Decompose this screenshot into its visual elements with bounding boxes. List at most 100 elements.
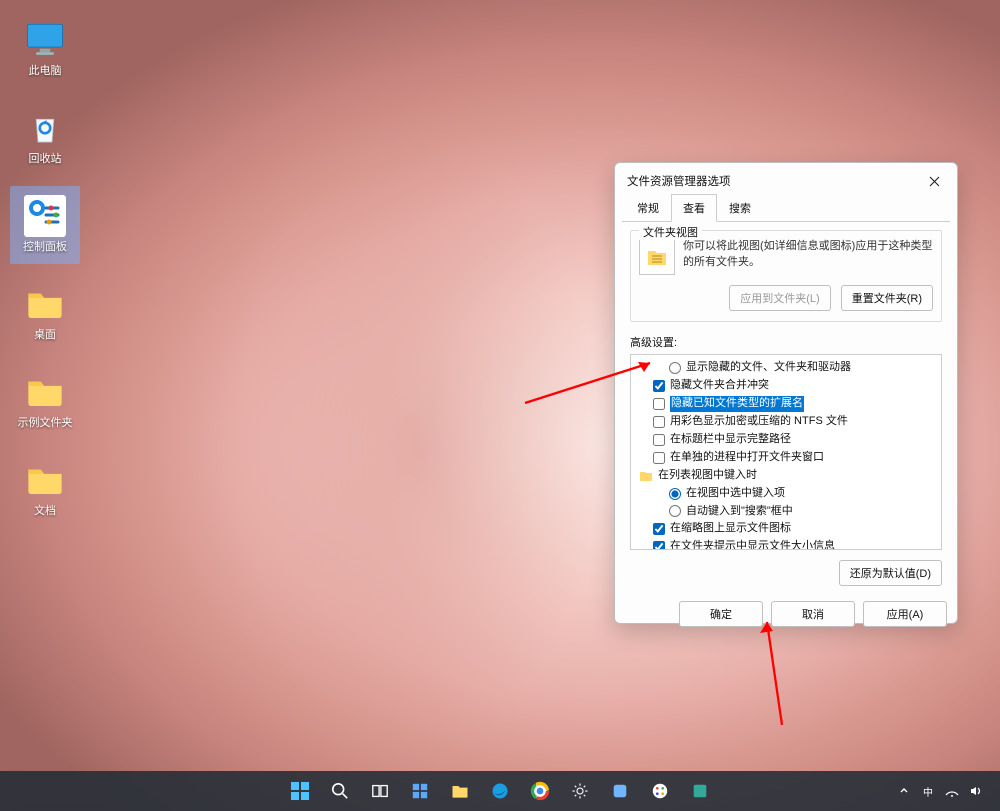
folder-icon <box>450 781 470 801</box>
icon-label: 此电脑 <box>29 65 62 79</box>
adv-item-1[interactable]: 隐藏文件夹合并冲突 <box>633 377 939 395</box>
ok-button[interactable]: 确定 <box>679 601 763 627</box>
adv-item-label: 在缩略图上显示文件图标 <box>670 521 791 537</box>
tab-general[interactable]: 常规 <box>625 194 671 222</box>
close-icon <box>929 176 940 187</box>
adv-item-9[interactable]: 在缩略图上显示文件图标 <box>633 520 939 538</box>
checkbox-input[interactable] <box>653 452 665 464</box>
tab-view[interactable]: 查看 <box>671 194 717 222</box>
icon-label: 桌面 <box>34 329 56 343</box>
edge-icon <box>490 781 510 801</box>
chrome-icon <box>530 781 550 801</box>
app-icon <box>691 782 709 800</box>
adv-item-6[interactable]: 在列表视图中键入时 <box>633 467 939 485</box>
checkbox-input[interactable] <box>653 398 665 410</box>
folder-icon <box>639 470 653 482</box>
adv-item-label: 在视图中选中键入项 <box>686 486 785 502</box>
reset-folders-button[interactable]: 重置文件夹(R) <box>841 285 933 311</box>
adv-item-label: 隐藏已知文件类型的扩展名 <box>670 396 804 412</box>
adv-item-4[interactable]: 在标题栏中显示完整路径 <box>633 431 939 449</box>
adv-item-8[interactable]: 自动键入到"搜索"框中 <box>633 503 939 521</box>
advanced-settings-list[interactable]: 显示隐藏的文件、文件夹和驱动器隐藏文件夹合并冲突隐藏已知文件类型的扩展名用彩色显… <box>630 354 942 550</box>
icon-label: 回收站 <box>29 153 62 167</box>
desktop-icon-control-panel[interactable]: 控制面板 <box>10 186 80 264</box>
adv-item-7[interactable]: 在视图中选中键入项 <box>633 485 939 503</box>
close-button[interactable] <box>919 169 949 193</box>
adv-item-5[interactable]: 在单独的进程中打开文件夹窗口 <box>633 449 939 467</box>
icon-label: 控制面板 <box>23 241 67 255</box>
taskbar-pinned-apps <box>283 774 717 808</box>
settings-button[interactable] <box>563 774 597 808</box>
adv-item-label: 用彩色显示加密或压缩的 NTFS 文件 <box>670 414 848 430</box>
app-icon <box>611 782 629 800</box>
apply-to-folders-button[interactable]: 应用到文件夹(L) <box>729 285 830 311</box>
adv-item-10[interactable]: 在文件夹提示中显示文件大小信息 <box>633 538 939 550</box>
desktop-icon-recycle-bin[interactable]: 回收站 <box>10 98 80 176</box>
checkbox-input[interactable] <box>653 380 665 392</box>
start-button[interactable] <box>283 774 317 808</box>
checkbox-input[interactable] <box>653 434 665 446</box>
desktop-icon-sample-folder[interactable]: 示例文件夹 <box>10 362 80 440</box>
group-title: 文件夹视图 <box>639 224 702 240</box>
radio-input[interactable] <box>669 488 681 500</box>
widgets-icon <box>411 782 429 800</box>
checkbox-input[interactable] <box>653 541 665 550</box>
desktop-icon-documents-folder[interactable]: 文档 <box>10 450 80 528</box>
folder-icon <box>24 371 66 413</box>
adv-item-label: 显示隐藏的文件、文件夹和驱动器 <box>686 360 851 376</box>
tray-ime-icon[interactable]: 中 <box>920 783 936 799</box>
monitor-icon <box>24 19 66 61</box>
radio-input[interactable] <box>669 362 681 374</box>
gear-icon <box>571 782 589 800</box>
tab-search[interactable]: 搜索 <box>717 194 763 222</box>
checkbox-input[interactable] <box>653 523 665 535</box>
radio-input[interactable] <box>669 505 681 517</box>
icon-label: 示例文件夹 <box>18 417 73 431</box>
system-tray: 中 <box>896 783 992 799</box>
recycle-bin-icon <box>24 107 66 149</box>
adv-item-label: 在单独的进程中打开文件夹窗口 <box>670 450 824 466</box>
adv-item-label: 在列表视图中键入时 <box>658 468 757 484</box>
app-button-2[interactable] <box>643 774 677 808</box>
adv-item-label: 在标题栏中显示完整路径 <box>670 432 791 448</box>
widgets-button[interactable] <box>403 774 437 808</box>
adv-item-3[interactable]: 用彩色显示加密或压缩的 NTFS 文件 <box>633 413 939 431</box>
control-panel-icon <box>24 195 66 237</box>
search-icon <box>331 782 349 800</box>
app-button-3[interactable] <box>683 774 717 808</box>
tray-chevron-icon[interactable] <box>896 783 912 799</box>
taskbar: 中 <box>0 771 1000 811</box>
folder-view-icon <box>639 239 675 275</box>
checkbox-input[interactable] <box>653 416 665 428</box>
task-view-icon <box>371 782 389 800</box>
chrome-button[interactable] <box>523 774 557 808</box>
task-view-button[interactable] <box>363 774 397 808</box>
adv-item-2[interactable]: 隐藏已知文件类型的扩展名 <box>633 395 939 413</box>
dialog-body: 文件夹视图 你可以将此视图(如详细信息或图标)应用于这种类型的所有文件夹。 应用… <box>622 221 950 594</box>
restore-defaults-button[interactable]: 还原为默认值(D) <box>839 560 942 586</box>
adv-item-label: 自动键入到"搜索"框中 <box>686 504 793 520</box>
apply-button[interactable]: 应用(A) <box>863 601 947 627</box>
paint-icon <box>651 782 669 800</box>
folder-options-dialog: 文件资源管理器选项 常规 查看 搜索 文件夹视图 你可以将此视图(如详细信息或图… <box>614 162 958 624</box>
icon-label: 文档 <box>34 505 56 519</box>
tray-volume-icon[interactable] <box>968 783 984 799</box>
dialog-title: 文件资源管理器选项 <box>627 173 919 189</box>
dialog-titlebar: 文件资源管理器选项 <box>615 163 957 193</box>
desktop-icon-desktop-folder[interactable]: 桌面 <box>10 274 80 352</box>
adv-item-0[interactable]: 显示隐藏的文件、文件夹和驱动器 <box>633 359 939 377</box>
adv-item-label: 隐藏文件夹合并冲突 <box>670 378 769 394</box>
folder-icon <box>24 283 66 325</box>
edge-button[interactable] <box>483 774 517 808</box>
folder-icon <box>24 459 66 501</box>
desktop-icon-this-pc[interactable]: 此电脑 <box>10 10 80 88</box>
folder-view-description: 你可以将此视图(如详细信息或图标)应用于这种类型的所有文件夹。 <box>683 239 933 271</box>
dialog-tabs: 常规 查看 搜索 <box>615 193 957 221</box>
tray-network-icon[interactable] <box>944 783 960 799</box>
search-button[interactable] <box>323 774 357 808</box>
advanced-settings-label: 高级设置: <box>630 334 942 350</box>
app-button-1[interactable] <box>603 774 637 808</box>
cancel-button[interactable]: 取消 <box>771 601 855 627</box>
folder-view-group: 文件夹视图 你可以将此视图(如详细信息或图标)应用于这种类型的所有文件夹。 应用… <box>630 230 942 322</box>
explorer-button[interactable] <box>443 774 477 808</box>
